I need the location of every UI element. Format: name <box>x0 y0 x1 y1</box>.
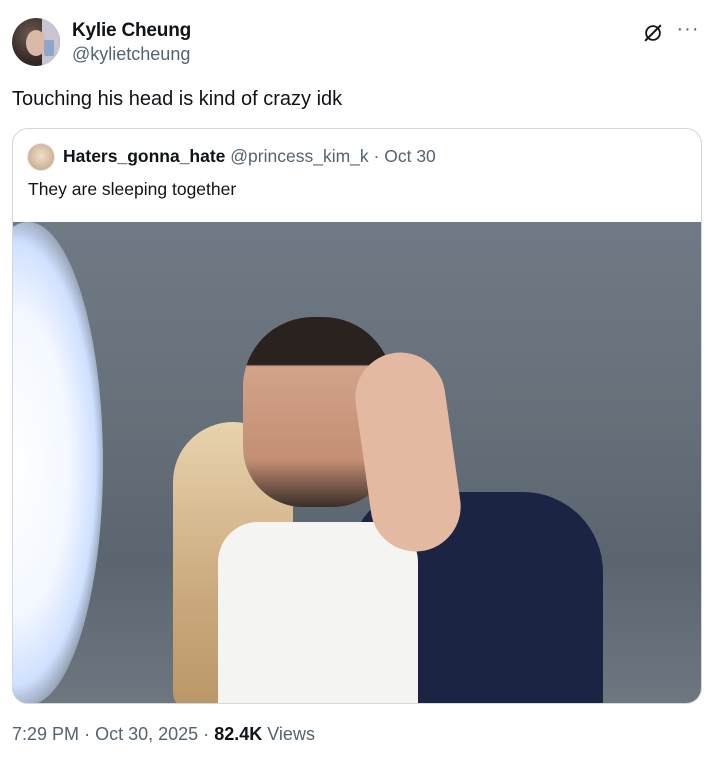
tweet-text: Touching his head is kind of crazy idk <box>12 88 343 110</box>
tweet-header: Kylie Cheung @kylietcheung ··· <box>12 16 704 68</box>
photo-white-shirt <box>218 522 418 703</box>
footer-separator-2: · <box>203 724 210 744</box>
quoted-meta: Haters_gonna_hate @princess_kim_k · Oct … <box>63 146 436 167</box>
tweet-footer: 7:29 PM · Oct 30, 2025 · 82.4K Views <box>12 724 315 745</box>
views-count[interactable]: 82.4K <box>214 724 262 744</box>
avatar-face <box>26 30 46 56</box>
author-name[interactable]: Kylie Cheung <box>72 20 191 42</box>
more-icon[interactable]: ··· <box>676 18 700 42</box>
grok-icon[interactable] <box>642 22 664 44</box>
author-handle[interactable]: @kylietcheung <box>72 44 190 65</box>
quoted-text: They are sleeping together <box>28 179 237 199</box>
avatar-phone <box>44 40 54 56</box>
quoted-separator: · <box>373 146 380 166</box>
photo-light-glow <box>13 222 103 703</box>
quoted-author-handle[interactable]: @princess_kim_k <box>230 146 368 166</box>
quoted-tweet[interactable]: Haters_gonna_hate @princess_kim_k · Oct … <box>12 128 702 704</box>
footer-separator-1: · <box>84 724 91 744</box>
tweet-time[interactable]: 7:29 PM <box>12 724 79 744</box>
tweet-date[interactable]: Oct 30, 2025 <box>95 724 198 744</box>
quoted-photo[interactable] <box>13 222 701 703</box>
quoted-author-avatar[interactable] <box>27 143 55 171</box>
quoted-author-name[interactable]: Haters_gonna_hate <box>63 146 225 166</box>
quoted-date[interactable]: Oct 30 <box>384 146 436 166</box>
author-avatar[interactable] <box>12 18 60 66</box>
views-label[interactable]: Views <box>267 724 315 744</box>
